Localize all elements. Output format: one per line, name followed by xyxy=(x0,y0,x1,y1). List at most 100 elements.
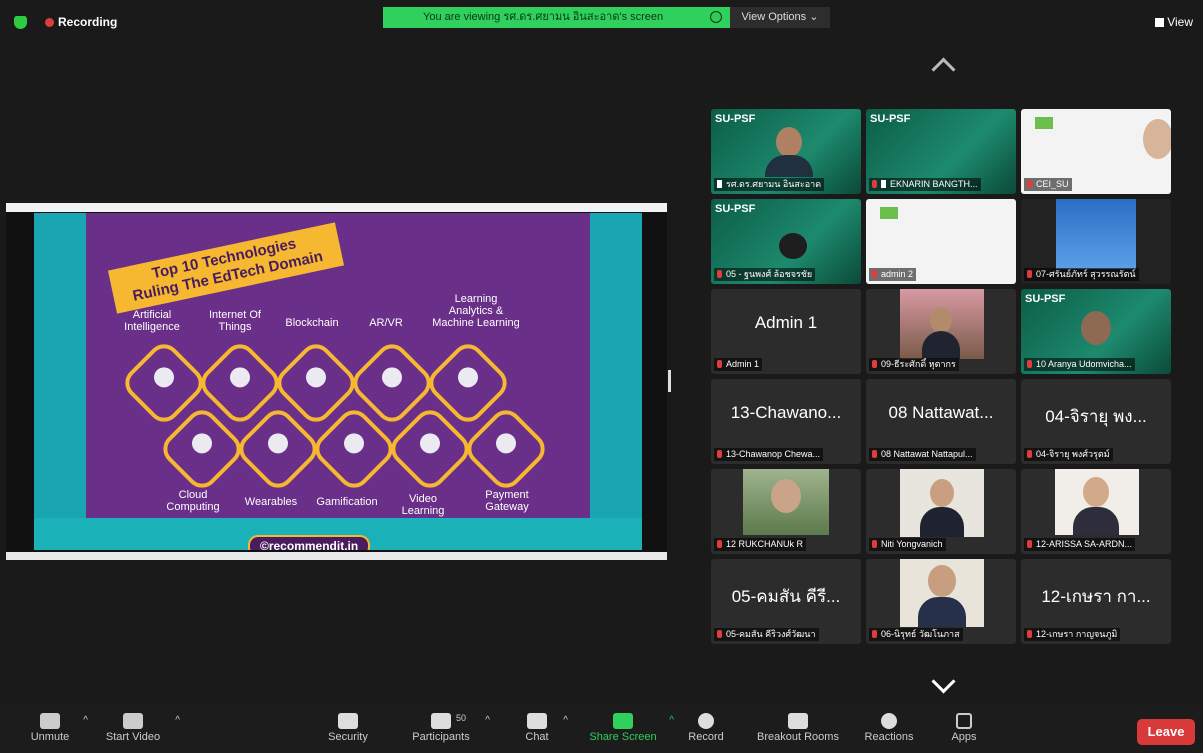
chevron-up-icon[interactable]: ^ xyxy=(485,715,490,726)
participant-name: 09-ธีระศักดิ์ หุตากร xyxy=(869,358,959,371)
participant-name-text: Niti Yongvanich xyxy=(881,539,943,549)
video-tile[interactable]: SU-PSF 10 Aranya Udomvicha... xyxy=(1021,289,1171,374)
view-button[interactable]: View xyxy=(1155,15,1193,29)
participant-name-text: admin 2 xyxy=(881,269,914,279)
start-video-button[interactable]: Start Video ^ xyxy=(100,705,180,753)
video-tile[interactable]: 05-คมสัน คีรี... 05-คมสัน คีริวงศ์วัฒนา xyxy=(711,559,861,644)
participant-name: 12 RUKCHANUk R xyxy=(714,538,807,551)
apps-icon xyxy=(956,713,972,729)
participant-name: Admin 1 xyxy=(714,358,763,371)
muted-mic-icon xyxy=(1027,630,1032,638)
muted-mic-icon xyxy=(40,713,60,729)
participant-face xyxy=(1083,477,1109,507)
participant-name: Niti Yongvanich xyxy=(869,538,946,551)
video-tile[interactable]: SU-PSF 05 - ฐนพงศ์ ล้อชจรชัย xyxy=(711,199,861,284)
chevron-up-icon[interactable]: ^ xyxy=(175,715,180,726)
muted-mic-icon xyxy=(872,450,877,458)
smiley-icon xyxy=(881,713,897,729)
chevron-up-icon[interactable]: ^ xyxy=(563,715,568,726)
participant-name: 06-นิรุทธ์ วัฒโนภาส xyxy=(869,628,963,641)
chevron-up-icon[interactable]: ^ xyxy=(669,715,674,726)
muted-mic-icon xyxy=(717,630,722,638)
participant-name: 07-ศรันย์ภัทร์ สุวรรณรัตน์ xyxy=(1024,268,1139,281)
video-feed-sky xyxy=(1056,199,1136,269)
participant-display-name: 04-จิรายุ พง... xyxy=(1045,407,1147,426)
recording-label[interactable]: Recording xyxy=(58,15,117,29)
breakout-rooms-button[interactable]: Breakout Rooms xyxy=(752,705,844,753)
logo-icon xyxy=(880,207,898,219)
muted-mic-icon xyxy=(717,360,722,368)
video-tile[interactable]: Admin 1 Admin 1 xyxy=(711,289,861,374)
slide-right-band xyxy=(590,213,642,550)
video-tile[interactable]: admin 2 xyxy=(866,199,1016,284)
participant-face xyxy=(928,565,956,597)
video-tile[interactable]: 13-Chawano... 13-Chawanop Chewa... xyxy=(711,379,861,464)
start-video-label: Start Video xyxy=(105,731,161,743)
participant-body xyxy=(918,597,966,627)
participant-name-text: CEI_SU xyxy=(1036,179,1069,189)
participant-name-text: Admin 1 xyxy=(726,359,760,369)
video-tile[interactable]: 12-เกษรา กา... 12-เกษรา กาญจนภูมิ xyxy=(1021,559,1171,644)
chevron-down-icon[interactable] xyxy=(931,669,956,694)
chevron-up-icon[interactable] xyxy=(931,57,956,82)
security-button[interactable]: Security xyxy=(324,705,372,753)
video-tile[interactable]: CEI_SU xyxy=(1021,109,1171,194)
participants-button[interactable]: 50 Participants ^ xyxy=(406,705,490,753)
participant-body xyxy=(1073,507,1119,535)
participant-name: 13-Chawanop Chewa... xyxy=(714,448,824,461)
chat-button[interactable]: Chat ^ xyxy=(520,705,568,753)
participant-face xyxy=(1143,119,1171,159)
participant-display-name: 08 Nattawat... xyxy=(888,403,994,422)
security-shield-icon[interactable] xyxy=(14,16,27,29)
video-tile[interactable]: 04-จิรายุ พง... 04-จิรายุ พงศ์วรุตม์ xyxy=(1021,379,1171,464)
unmute-button[interactable]: Unmute ^ xyxy=(26,705,88,753)
participant-display-name: Admin 1 xyxy=(754,313,818,332)
participant-name-text: 05-คมสัน คีริวงศ์วัฒนา xyxy=(726,629,816,639)
participants-icon xyxy=(431,713,451,729)
share-screen-icon xyxy=(613,713,633,729)
participant-face xyxy=(771,479,801,513)
tech-label: Cloud Computing xyxy=(166,489,220,513)
participant-name: 12-เกษรา กาญจนภูมิ xyxy=(1024,628,1121,641)
leave-button[interactable]: Leave xyxy=(1137,719,1195,745)
video-tile[interactable]: SU-PSF EKNARIN BANGTH... xyxy=(866,109,1016,194)
record-icon xyxy=(698,713,714,729)
participant-body xyxy=(920,507,964,537)
muted-mic-icon xyxy=(1027,360,1032,368)
muted-mic-icon xyxy=(1027,540,1032,548)
participant-name-text: 07-ศรันย์ภัทร์ สุวรรณรัตน์ xyxy=(1036,269,1136,279)
video-tile[interactable]: SU-PSF รศ.ดร.ศยามน อินสะอาด xyxy=(711,109,861,194)
video-tile[interactable]: 12-ARISSA SA-ARDN... xyxy=(1021,469,1171,554)
reactions-button[interactable]: Reactions xyxy=(860,705,918,753)
share-screen-button[interactable]: Share Screen ^ xyxy=(586,705,674,753)
video-tile[interactable]: 06-นิรุทธ์ วัฒโนภาส xyxy=(866,559,1016,644)
participant-face xyxy=(776,127,802,157)
chevron-up-icon[interactable]: ^ xyxy=(83,715,88,726)
participant-display-name: 12-เกษรา กา... xyxy=(1041,587,1151,606)
muted-mic-icon xyxy=(1027,270,1032,278)
participant-name: EKNARIN BANGTH... xyxy=(869,178,981,191)
tech-label: AR/VR xyxy=(369,317,403,329)
muted-mic-icon xyxy=(872,630,877,638)
participant-name: 10 Aranya Udomvicha... xyxy=(1024,358,1135,371)
video-tile[interactable]: 07-ศรันย์ภัทร์ สุวรรณรัตน์ xyxy=(1021,199,1171,284)
tech-label: Gamification xyxy=(316,496,378,508)
video-tile[interactable]: 08 Nattawat... 08 Nattawat Nattapul... xyxy=(866,379,1016,464)
participant-display-name: 05-คมสัน คีรี... xyxy=(731,587,841,606)
powerpoint-status-bar xyxy=(6,552,667,560)
viewing-banner-text: You are viewing รศ.ดร.ศยามน อินสะอาด's s… xyxy=(423,11,664,23)
apps-button[interactable]: Apps xyxy=(944,705,984,753)
unmute-label: Unmute xyxy=(30,731,70,743)
view-options-button[interactable]: View Options ⌄ xyxy=(730,7,830,28)
record-button[interactable]: Record xyxy=(684,705,728,753)
slide-left-band xyxy=(34,213,86,550)
video-tile[interactable]: 09-ธีระศักดิ์ หุตากร xyxy=(866,289,1016,374)
split-handle[interactable] xyxy=(668,370,671,392)
pin-icon xyxy=(717,180,722,188)
grid-view-icon xyxy=(1155,18,1165,27)
video-tile[interactable]: 12 RUKCHANUk R xyxy=(711,469,861,554)
video-tile[interactable]: Niti Yongvanich xyxy=(866,469,1016,554)
tile-header: SU-PSF xyxy=(870,113,911,125)
shared-screen: Top 10 Technologies Ruling The EdTech Do… xyxy=(6,203,667,560)
breakout-rooms-icon xyxy=(788,713,808,729)
